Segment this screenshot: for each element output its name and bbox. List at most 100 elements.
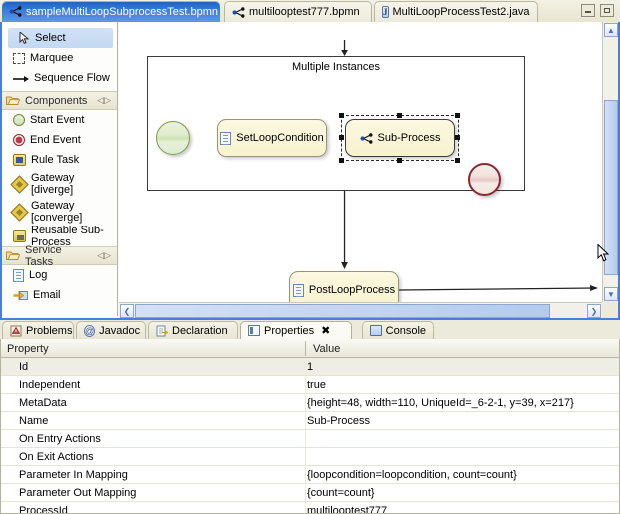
palette-tool-select[interactable]: Select: [8, 28, 113, 48]
property-name: On Exit Actions: [19, 450, 94, 463]
resize-handle-ne[interactable]: [455, 113, 460, 118]
palette-item-email[interactable]: Email: [2, 285, 117, 305]
canvas-horizontal-scrollbar[interactable]: ❮ ❯: [119, 302, 602, 318]
folder-open-icon: [6, 250, 21, 261]
diagram-node-end-event[interactable]: [468, 163, 501, 196]
editor-tab-multilooptest777[interactable]: multilooptest777.bpmn: [224, 1, 372, 22]
chevron-right-icon: ❯: [590, 306, 598, 316]
close-icon[interactable]: ✖: [321, 324, 330, 337]
editor-tab-sample-bpmn[interactable]: sampleMultiLoopSubprocessTest.bpmn ✖: [2, 1, 234, 22]
table-row[interactable]: Independent true: [1, 376, 619, 394]
palette-item-label: End Event: [30, 134, 81, 146]
palette-tool-sequence-flow[interactable]: Sequence Flow: [2, 68, 117, 88]
diagram-node-setloopcondition[interactable]: SetLoopCondition: [217, 119, 327, 157]
palette-group-service-tasks[interactable]: Service Tasks ◁▷: [2, 244, 117, 268]
scroll-right-button[interactable]: ❯: [587, 304, 601, 318]
table-row[interactable]: On Entry Actions: [1, 430, 619, 448]
table-row[interactable]: Parameter In Mapping {loopcondition=loop…: [1, 466, 619, 484]
problems-icon: [10, 325, 22, 337]
row-divider: [305, 448, 306, 465]
log-document-icon: [13, 268, 24, 282]
diagram-canvas[interactable]: Multiple Instances SetLoopCondition Sub-…: [119, 22, 602, 302]
resize-handle-s[interactable]: [397, 158, 402, 163]
maximize-button[interactable]: [600, 4, 614, 17]
table-row[interactable]: On Exit Actions: [1, 448, 619, 466]
palette-item-label: Log: [29, 269, 48, 281]
property-value: true: [307, 378, 326, 391]
diagram-node-label: SetLoopCondition: [236, 132, 324, 144]
palette-item-log[interactable]: Log: [2, 265, 117, 285]
properties-header-row: Property Value: [1, 339, 619, 358]
property-value: Sub-Process: [307, 414, 370, 427]
view-tab-label: Properties: [264, 324, 315, 337]
scroll-up-button[interactable]: ▲: [604, 23, 618, 37]
console-icon: [370, 325, 382, 336]
resize-handle-e[interactable]: [455, 135, 460, 140]
property-name: Parameter In Mapping: [19, 468, 128, 481]
view-tab-label: Javadoc: [99, 324, 141, 337]
property-value: multilooptest777: [307, 504, 388, 514]
editor-tab-multiloopprocesstest2-java[interactable]: J MultiLoopProcessTest2.java: [374, 1, 538, 22]
tab-problems[interactable]: Problems: [2, 321, 74, 339]
palette-group-components[interactable]: Components ◁▷: [2, 91, 117, 110]
property-name: On Entry Actions: [19, 432, 101, 445]
horizontal-scroll-thumb[interactable]: [135, 304, 550, 318]
palette-item-sublabel: [converge]: [31, 212, 83, 224]
table-row[interactable]: Id 1: [1, 358, 619, 376]
bpmn-palette: Select Marquee Sequence Flow Components …: [2, 22, 118, 316]
resize-handle-sw[interactable]: [339, 158, 344, 163]
row-divider: [305, 484, 306, 501]
palette-item-gateway-diverge[interactable]: Gateway [diverge]: [2, 170, 117, 198]
resize-handle-w[interactable]: [339, 135, 344, 140]
palette-item-end-event[interactable]: End Event: [2, 130, 117, 150]
tab-declaration[interactable]: Declaration: [148, 321, 238, 339]
table-row[interactable]: Name Sub-Process: [1, 412, 619, 430]
property-name: Name: [19, 414, 49, 427]
resize-handle-se[interactable]: [455, 158, 460, 163]
tab-properties[interactable]: Properties ✖: [240, 321, 352, 339]
canvas-vertical-scrollbar[interactable]: ▲ ▼: [602, 22, 618, 302]
table-row[interactable]: MetaData {height=48, width=110, UniqueId…: [1, 394, 619, 412]
editor-body: Select Marquee Sequence Flow Components …: [0, 22, 620, 320]
property-name: Parameter Out Mapping: [19, 486, 137, 499]
palette-item-rule-task[interactable]: Rule Task: [2, 150, 117, 170]
collapse-icon[interactable]: ◁▷: [97, 95, 111, 106]
column-divider[interactable]: [305, 341, 306, 356]
diagram-node-start-event[interactable]: [156, 121, 190, 155]
marquee-icon: [13, 52, 25, 64]
row-divider: [305, 430, 306, 447]
java-file-icon: J: [382, 6, 389, 18]
palette-item-label: Reusable Sub-: [31, 226, 104, 236]
view-tab-label: Declaration: [172, 324, 228, 337]
editor-tab-bar: sampleMultiLoopSubprocessTest.bpmn ✖ mul…: [0, 0, 620, 22]
column-header-value[interactable]: Value: [307, 339, 619, 358]
palette-item-start-event[interactable]: Start Event: [2, 110, 117, 130]
row-divider: [305, 358, 306, 375]
email-icon: [13, 290, 28, 301]
table-row[interactable]: ProcessId multilooptest777: [1, 502, 619, 513]
table-row[interactable]: Parameter Out Mapping {count=count}: [1, 484, 619, 502]
multiple-instances-container[interactable]: Multiple Instances: [147, 56, 525, 191]
minimize-button[interactable]: [581, 4, 595, 17]
row-divider: [305, 412, 306, 429]
vertical-scroll-thumb[interactable]: [604, 100, 618, 275]
tab-javadoc[interactable]: @ Javadoc: [76, 321, 146, 339]
tab-console[interactable]: Console: [362, 321, 434, 339]
column-header-property[interactable]: Property: [1, 339, 305, 358]
view-tab-label: Problems: [26, 324, 73, 337]
palette-tool-label: Marquee: [30, 52, 74, 64]
palette-item-gateway-converge[interactable]: Gateway [converge]: [2, 198, 117, 226]
property-value: {height=48, width=110, UniqueId=_6-2-1, …: [307, 396, 574, 409]
scroll-left-button[interactable]: ❮: [120, 304, 134, 318]
collapse-icon[interactable]: ◁▷: [97, 250, 111, 261]
property-value: 1: [307, 360, 314, 373]
palette-tool-marquee[interactable]: Marquee: [2, 48, 117, 68]
scroll-down-button[interactable]: ▼: [604, 287, 618, 301]
palette-item-label: Gateway: [31, 200, 75, 212]
palette-group-title: Components: [25, 94, 88, 107]
property-name: ProcessId: [19, 504, 68, 514]
share-nodes-icon: [232, 6, 245, 18]
diagram-node-postloopprocess[interactable]: PostLoopProcess: [289, 271, 399, 302]
resize-handle-n[interactable]: [397, 113, 402, 118]
resize-handle-nw[interactable]: [339, 113, 344, 118]
